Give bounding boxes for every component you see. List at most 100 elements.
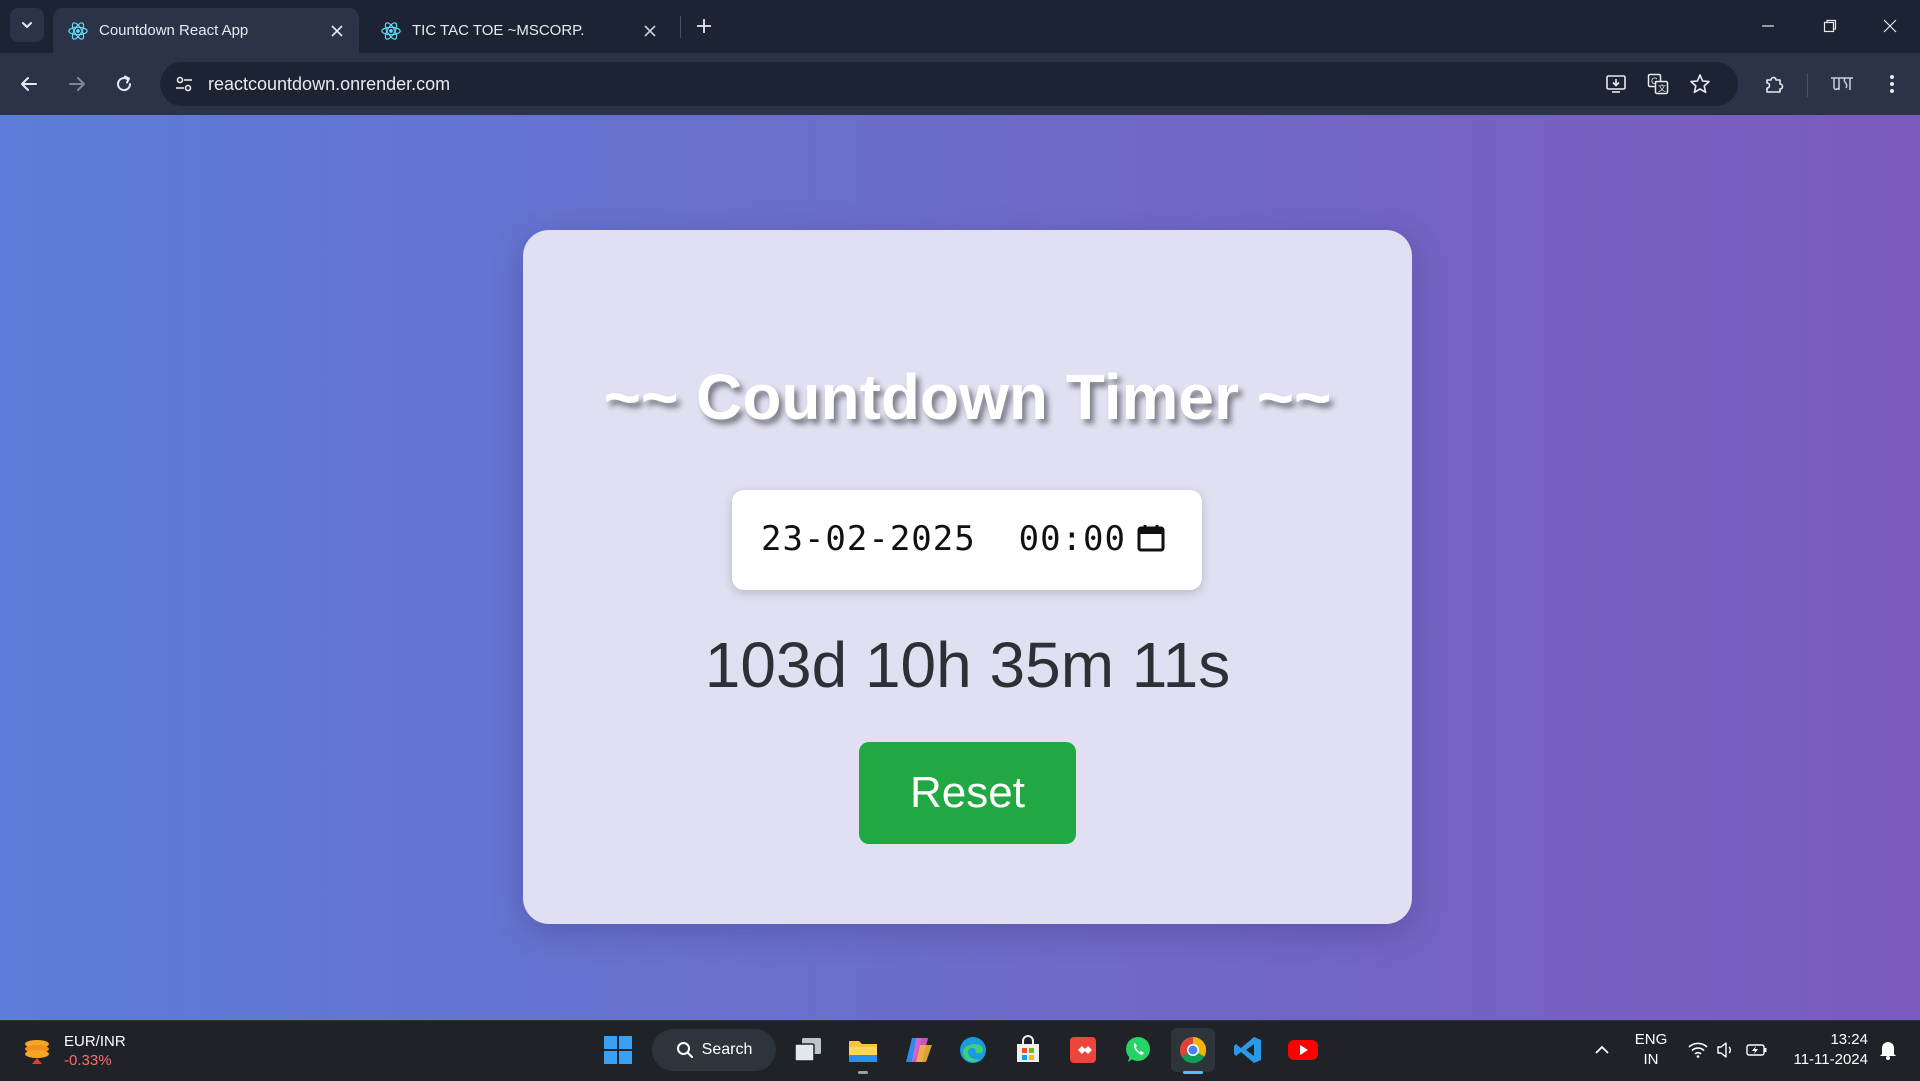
taskbar-app-anydesk[interactable] [1061, 1028, 1105, 1072]
widget-title: EUR/INR [64, 1033, 126, 1050]
page-viewport: ~~ Countdown Timer ~~ 23-02-2025 00:00 1… [0, 115, 1920, 1020]
profile-button[interactable] [1826, 68, 1858, 100]
puzzle-icon [1766, 76, 1784, 93]
taskbar-search[interactable]: Search [652, 1029, 776, 1071]
task-view-icon [794, 1038, 821, 1062]
countdown-card: ~~ Countdown Timer ~~ 23-02-2025 00:00 1… [523, 230, 1412, 924]
tab-tic-tac-toe[interactable]: TIC TAC TOE ~MSCORP. [366, 8, 672, 53]
running-indicator [858, 1071, 868, 1074]
tab-countdown-react-app[interactable]: Countdown React App [53, 8, 359, 53]
start-button[interactable] [596, 1028, 640, 1072]
countdown-display: 103d 10h 35m 11s [704, 629, 1231, 701]
clock-time: 13:24 [1830, 1031, 1868, 1048]
translate-button[interactable]: G文 [1644, 70, 1672, 98]
taskbar-app-chrome[interactable] [1171, 1028, 1215, 1072]
taskbar-app-file-explorer[interactable] [841, 1028, 885, 1072]
whatsapp-icon [1126, 1037, 1150, 1062]
volume-control[interactable] [1712, 1020, 1740, 1080]
arrow-right-icon [69, 77, 85, 91]
search-label: Search [701, 1041, 753, 1058]
widget-change: -0.33% [64, 1052, 112, 1069]
minimize-button[interactable] [1748, 10, 1788, 42]
restore-button[interactable] [1810, 10, 1850, 42]
install-icon [1606, 75, 1626, 93]
taskbar-app-whatsapp[interactable] [1116, 1028, 1160, 1072]
more-vertical-icon [1890, 75, 1894, 93]
svg-text:文: 文 [1658, 83, 1666, 93]
tab-title: Countdown React App [99, 22, 249, 39]
system-clock[interactable]: 13:24 11-11-2024 [1782, 1030, 1868, 1070]
clock-date: 11-11-2024 [1793, 1051, 1868, 1068]
translate-icon: G文 [1647, 73, 1669, 95]
reload-button[interactable] [108, 68, 140, 100]
menu-button[interactable] [1876, 68, 1908, 100]
tab-title: TIC TAC TOE ~MSCORP. [412, 22, 585, 39]
reload-icon [117, 75, 132, 92]
browser-tab-strip: Countdown React App TIC TAC TOE ~MSCORP. [0, 0, 1920, 53]
taskbar-app-copilot[interactable] [896, 1028, 940, 1072]
browser-toolbar: reactcountdown.onrender.com G文 [0, 53, 1920, 115]
anydesk-icon [1070, 1037, 1096, 1063]
datetime-value: 23-02-2025 00:00 [761, 519, 1126, 559]
wifi-icon [1688, 1042, 1708, 1058]
new-tab-button[interactable] [690, 12, 718, 40]
tab-search-button[interactable] [10, 8, 44, 42]
bell-icon [1880, 1042, 1896, 1060]
search-icon [676, 1042, 693, 1058]
react-icon [381, 21, 401, 40]
youtube-icon [1288, 1040, 1318, 1060]
profile-avatar-icon [1831, 77, 1853, 91]
arrow-left-icon [21, 77, 37, 91]
region-code: IN [1643, 1051, 1659, 1068]
tune-icon [176, 76, 192, 92]
reset-button[interactable]: Reset [859, 742, 1076, 844]
react-icon [68, 21, 88, 40]
copilot-icon [906, 1038, 932, 1062]
close-icon [331, 24, 343, 37]
site-info-button[interactable] [170, 70, 198, 98]
taskbar-app-youtube[interactable] [1281, 1028, 1325, 1072]
close-tab-button[interactable] [327, 21, 347, 41]
battery-status[interactable] [1742, 1020, 1772, 1080]
edge-icon [960, 1037, 986, 1063]
file-explorer-icon [849, 1041, 877, 1062]
restore-icon [1823, 19, 1837, 33]
currency-exchange-icon [25, 1040, 49, 1064]
toolbar-divider [1807, 73, 1808, 97]
notifications-button[interactable] [1872, 1020, 1904, 1080]
windows-icon [604, 1036, 632, 1064]
chevron-down-icon [22, 22, 32, 29]
taskbar-app-microsoft-store[interactable] [1006, 1028, 1050, 1072]
bookmark-button[interactable] [1686, 70, 1714, 98]
taskbar-app-task-view[interactable] [786, 1028, 830, 1072]
close-icon [644, 24, 656, 37]
close-icon [1883, 19, 1897, 33]
tab-divider [680, 16, 681, 38]
language-code: ENG [1634, 1031, 1668, 1048]
vscode-icon [1234, 1037, 1261, 1063]
microsoft-store-icon [1017, 1035, 1039, 1062]
close-window-button[interactable] [1870, 10, 1910, 42]
address-bar[interactable]: reactcountdown.onrender.com G文 [160, 62, 1738, 106]
calendar-icon [1137, 525, 1165, 552]
back-button[interactable] [13, 68, 45, 100]
language-indicator[interactable]: ENG IN [1634, 1030, 1668, 1070]
network-status[interactable] [1684, 1020, 1712, 1080]
calendar-picker-button[interactable] [1134, 521, 1168, 555]
taskbar-app-vscode[interactable] [1226, 1028, 1270, 1072]
show-hidden-icons-button[interactable] [1586, 1020, 1618, 1080]
taskbar-app-edge[interactable] [951, 1028, 995, 1072]
currency-widget[interactable]: EUR/INR -0.33% [20, 1031, 126, 1071]
battery-charging-icon [1746, 1044, 1767, 1056]
chrome-icon [1179, 1036, 1207, 1064]
forward-button[interactable] [61, 68, 93, 100]
url-text: reactcountdown.onrender.com [208, 74, 451, 94]
minimize-icon [1762, 25, 1774, 27]
close-tab-button[interactable] [640, 21, 660, 41]
datetime-input[interactable]: 23-02-2025 00:00 [732, 490, 1202, 590]
active-indicator [1183, 1071, 1203, 1074]
plus-icon [697, 19, 711, 33]
extensions-button[interactable] [1758, 68, 1790, 100]
install-app-button[interactable] [1602, 70, 1630, 98]
chevron-up-icon [1595, 1045, 1609, 1054]
